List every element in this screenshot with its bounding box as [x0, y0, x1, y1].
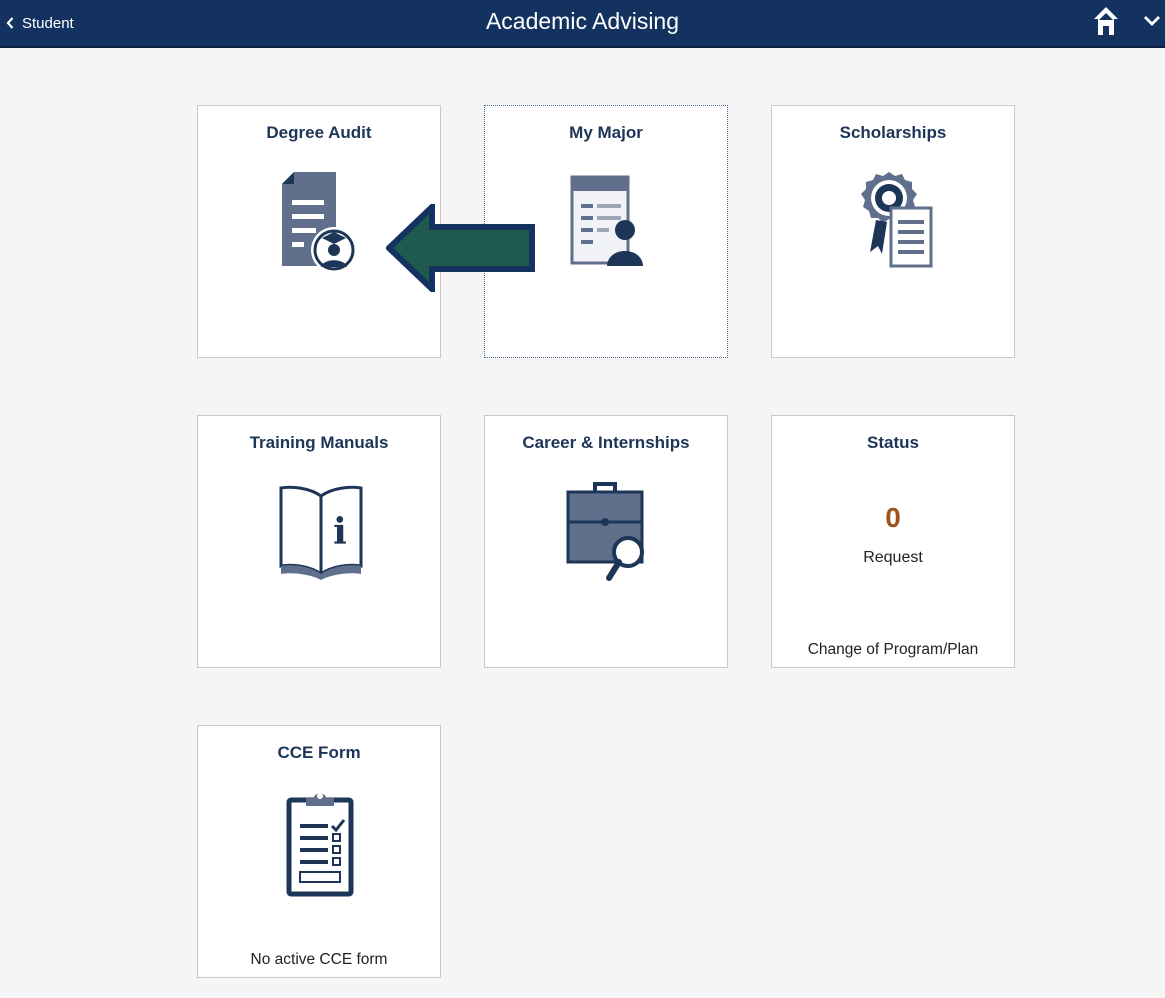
svg-text:i: i [333, 511, 347, 553]
tile-scholarships[interactable]: Scholarships [771, 105, 1015, 358]
tile-footer: Change of Program/Plan [807, 641, 979, 658]
status-count-label: Request [863, 549, 923, 566]
book-info-icon: i [279, 485, 363, 580]
tile-title: Career & Internships [522, 433, 690, 452]
my-major-icon [570, 175, 643, 266]
home-icon[interactable] [1093, 6, 1119, 36]
briefcase-search-icon [566, 482, 644, 581]
tile-career-internships[interactable]: Career & Internships [484, 415, 728, 668]
scholarship-award-icon [861, 172, 933, 268]
tile-footer: No active CCE form [250, 951, 388, 968]
left-pointing-arrow [386, 204, 535, 292]
status-request-count: 0 [885, 502, 901, 533]
tile-title: Training Manuals [249, 433, 389, 452]
tile-title: My Major [569, 123, 643, 142]
top-navigation-bar: Student Academic Advising [0, 0, 1165, 48]
degree-audit-icon [282, 172, 357, 273]
tile-title: CCE Form [277, 743, 361, 762]
tile-title: Scholarships [839, 123, 947, 142]
page-title: Academic Advising [485, 8, 680, 34]
tile-title: Degree Audit [266, 123, 372, 142]
chevron-down-icon[interactable] [1143, 12, 1161, 30]
tile-status[interactable]: Status 0 Request Change of Program/Plan [771, 415, 1015, 668]
tile-training-manuals[interactable]: Training Manuals i [197, 415, 441, 668]
tile-cce-form[interactable]: CCE Form No active CCE form [197, 725, 441, 978]
tile-title: Status [867, 433, 919, 452]
clipboard-checklist-icon [286, 793, 354, 897]
